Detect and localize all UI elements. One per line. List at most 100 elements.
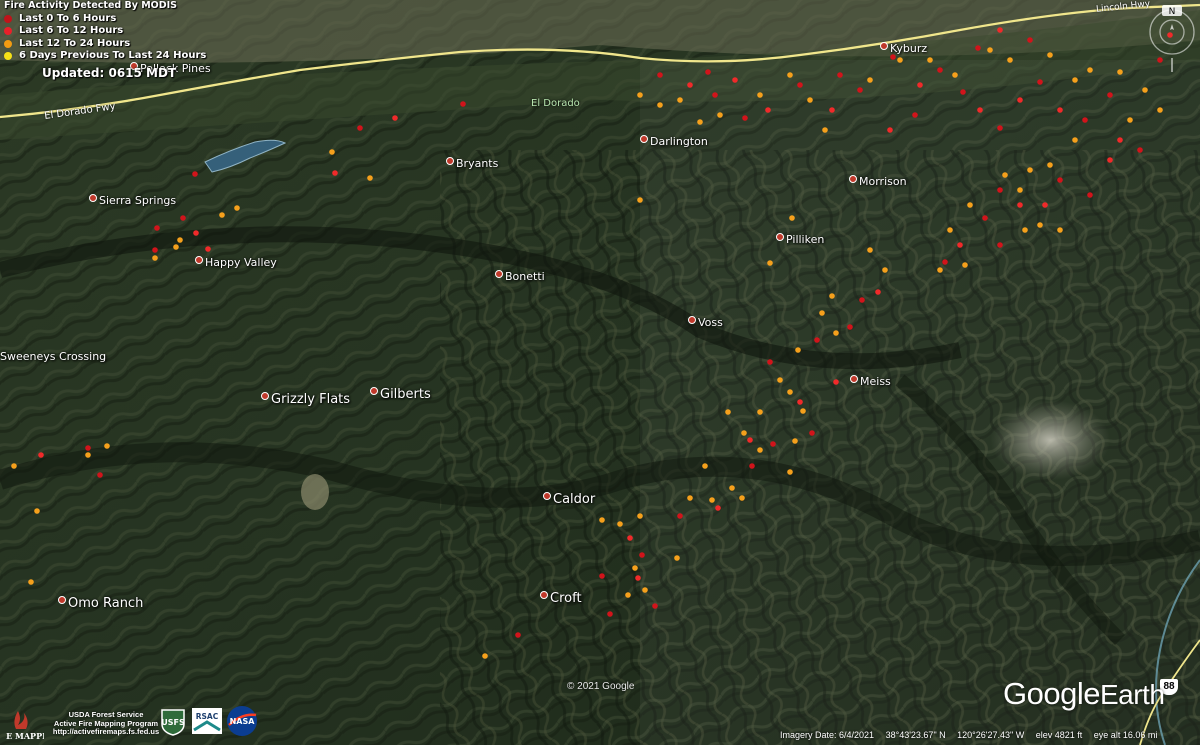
fire-detection-6-12h[interactable]	[765, 107, 771, 113]
fire-detection-12-24h[interactable]	[1057, 227, 1063, 233]
fire-detection-12-24h[interactable]	[1017, 187, 1023, 193]
fire-detection-0-6h[interactable]	[1082, 117, 1088, 123]
fire-detection-12-24h[interactable]	[173, 244, 179, 250]
fire-detection-0-6h[interactable]	[85, 445, 91, 451]
fire-detection-0-6h[interactable]	[152, 247, 158, 253]
fire-detection-6-12h[interactable]	[887, 127, 893, 133]
fire-detection-0-6h[interactable]	[1107, 92, 1113, 98]
place-gilberts[interactable]: Gilberts	[370, 387, 431, 402]
fire-detection-12-24h[interactable]	[867, 77, 873, 83]
fire-detection-0-6h[interactable]	[1137, 147, 1143, 153]
fire-detection-6-12h[interactable]	[1107, 157, 1113, 163]
navigation-compass-control[interactable]: N	[1148, 4, 1196, 74]
fire-detection-12-24h[interactable]	[177, 237, 183, 243]
fire-detection-0-6h[interactable]	[1087, 192, 1093, 198]
place-happy-valley[interactable]: Happy Valley	[195, 256, 277, 269]
fire-detection-6-12h[interactable]	[833, 379, 839, 385]
fire-detection-12-24h[interactable]	[927, 57, 933, 63]
fire-detection-12-24h[interactable]	[1127, 117, 1133, 123]
fire-detection-0-6h[interactable]	[767, 359, 773, 365]
fire-detection-12-24h[interactable]	[1087, 67, 1093, 73]
fire-detection-6-12h[interactable]	[997, 27, 1003, 33]
fire-detection-12-24h[interactable]	[729, 485, 735, 491]
fire-detection-12-24h[interactable]	[632, 565, 638, 571]
fire-detection-6-12h[interactable]	[715, 505, 721, 511]
fire-detection-12-24h[interactable]	[234, 205, 240, 211]
fire-detection-0-6h[interactable]	[677, 513, 683, 519]
fire-detection-12-24h[interactable]	[1037, 222, 1043, 228]
fire-detection-12-24h[interactable]	[819, 310, 825, 316]
fire-detection-6-12h[interactable]	[627, 535, 633, 541]
fire-detection-12-24h[interactable]	[867, 247, 873, 253]
fire-detection-12-24h[interactable]	[725, 409, 731, 415]
fire-detection-12-24h[interactable]	[741, 430, 747, 436]
fire-detection-0-6h[interactable]	[857, 87, 863, 93]
fire-detection-6-12h[interactable]	[747, 437, 753, 443]
fire-detection-12-24h[interactable]	[952, 72, 958, 78]
fire-detection-6-12h[interactable]	[38, 452, 44, 458]
fire-detection-12-24h[interactable]	[967, 202, 973, 208]
fire-detection-0-6h[interactable]	[154, 225, 160, 231]
fire-detection-12-24h[interactable]	[674, 555, 680, 561]
fire-detection-12-24h[interactable]	[1047, 52, 1053, 58]
fire-detection-12-24h[interactable]	[937, 267, 943, 273]
fire-detection-0-6h[interactable]	[997, 125, 1003, 131]
fire-detection-12-24h[interactable]	[152, 255, 158, 261]
fire-detection-0-6h[interactable]	[607, 611, 613, 617]
fire-detection-0-6h[interactable]	[97, 472, 103, 478]
fire-detection-0-6h[interactable]	[797, 82, 803, 88]
fire-detection-6-12h[interactable]	[977, 107, 983, 113]
fire-detection-0-6h[interactable]	[712, 92, 718, 98]
fire-detection-12-24h[interactable]	[800, 408, 806, 414]
fire-detection-12-24h[interactable]	[757, 447, 763, 453]
fire-detection-12-24h[interactable]	[219, 212, 225, 218]
fire-detection-12-24h[interactable]	[829, 293, 835, 299]
fire-detection-0-6h[interactable]	[942, 259, 948, 265]
fire-detection-0-6h[interactable]	[960, 89, 966, 95]
fire-detection-6-12h[interactable]	[1017, 97, 1023, 103]
fire-detection-0-6h[interactable]	[657, 72, 663, 78]
fire-detection-12-24h[interactable]	[709, 497, 715, 503]
fire-detection-12-24h[interactable]	[687, 495, 693, 501]
fire-detection-0-6h[interactable]	[1027, 37, 1033, 43]
fire-detection-0-6h[interactable]	[814, 337, 820, 343]
fire-detection-6-12h[interactable]	[797, 399, 803, 405]
fire-detection-6-12h[interactable]	[332, 170, 338, 176]
fire-detection-0-6h[interactable]	[937, 67, 943, 73]
fire-detection-0-6h[interactable]	[770, 441, 776, 447]
fire-detection-0-6h[interactable]	[749, 463, 755, 469]
fire-detection-12-24h[interactable]	[625, 592, 631, 598]
fire-detection-12-24h[interactable]	[1157, 107, 1163, 113]
fire-detection-12-24h[interactable]	[1027, 167, 1033, 173]
fire-detection-12-24h[interactable]	[787, 72, 793, 78]
place-bonetti[interactable]: Bonetti	[495, 270, 545, 283]
fire-detection-12-24h[interactable]	[767, 260, 773, 266]
fire-detection-12-24h[interactable]	[11, 463, 17, 469]
fire-detection-12-24h[interactable]	[795, 347, 801, 353]
fire-detection-12-24h[interactable]	[822, 127, 828, 133]
place-morrison[interactable]: Morrison	[849, 175, 907, 188]
fire-detection-0-6h[interactable]	[975, 45, 981, 51]
place-sweeneys-crossing[interactable]: Sweeneys Crossing	[0, 350, 106, 363]
fire-detection-12-24h[interactable]	[757, 409, 763, 415]
place-bryants[interactable]: Bryants	[446, 157, 498, 170]
fire-detection-12-24h[interactable]	[329, 149, 335, 155]
fire-detection-0-6h[interactable]	[192, 171, 198, 177]
fire-detection-6-12h[interactable]	[732, 77, 738, 83]
fire-detection-12-24h[interactable]	[85, 452, 91, 458]
fire-detection-6-12h[interactable]	[193, 230, 199, 236]
fire-detection-12-24h[interactable]	[777, 377, 783, 383]
fire-detection-12-24h[interactable]	[677, 97, 683, 103]
fire-detection-0-6h[interactable]	[742, 115, 748, 121]
place-caldor[interactable]: Caldor	[543, 492, 595, 507]
fire-detection-6-12h[interactable]	[1017, 202, 1023, 208]
fire-detection-6-12h[interactable]	[875, 289, 881, 295]
fire-detection-0-6h[interactable]	[912, 112, 918, 118]
fire-detection-6-12h[interactable]	[635, 575, 641, 581]
fire-detection-0-6h[interactable]	[1057, 177, 1063, 183]
fire-detection-0-6h[interactable]	[809, 430, 815, 436]
place-omo-ranch[interactable]: Omo Ranch	[58, 596, 143, 611]
place-sierra-springs[interactable]: Sierra Springs	[89, 194, 176, 207]
fire-detection-12-24h[interactable]	[789, 215, 795, 221]
fire-detection-12-24h[interactable]	[702, 463, 708, 469]
